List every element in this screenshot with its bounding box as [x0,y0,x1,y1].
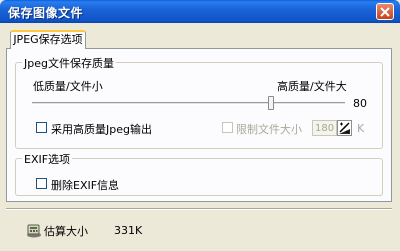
high-quality-checkbox[interactable] [36,122,47,133]
estimate-label: 估算大小 [44,225,88,238]
calculator-icon [27,224,41,238]
low-quality-label: 低质量/文件小 [33,80,103,93]
limit-size-checkbox-label[interactable]: 限制文件大小 [236,121,302,137]
exif-group-legend: EXIF选项 [22,151,73,167]
remove-exif-checkbox-label[interactable]: 删除EXIF信息 [51,177,119,193]
quality-value: 80 [353,97,367,110]
remove-exif-checkbox[interactable] [36,178,47,189]
slider-spin-icon [338,121,351,135]
limit-size-spin-button[interactable] [337,120,352,136]
tab-jpeg-options[interactable]: JPEG保存选项 [10,30,86,49]
high-quality-label: 高质量/文件大 [277,80,347,93]
limit-size-unit: K [357,122,365,135]
limit-size-checkbox[interactable] [222,122,233,133]
quality-slider-track[interactable] [32,102,345,105]
quality-slider-thumb[interactable] [268,96,274,110]
close-button[interactable] [376,3,394,20]
limit-size-input[interactable] [312,120,337,136]
high-quality-checkbox-label[interactable]: 采用高质量Jpeg输出 [51,121,152,137]
title-bar[interactable]: 保存图像文件 [0,0,400,23]
status-separator [6,208,392,210]
close-icon [380,7,390,17]
quality-group-legend: Jpeg文件保存质量 [22,55,116,71]
estimate-value: 331K [114,224,143,237]
window-title: 保存图像文件 [8,6,84,20]
